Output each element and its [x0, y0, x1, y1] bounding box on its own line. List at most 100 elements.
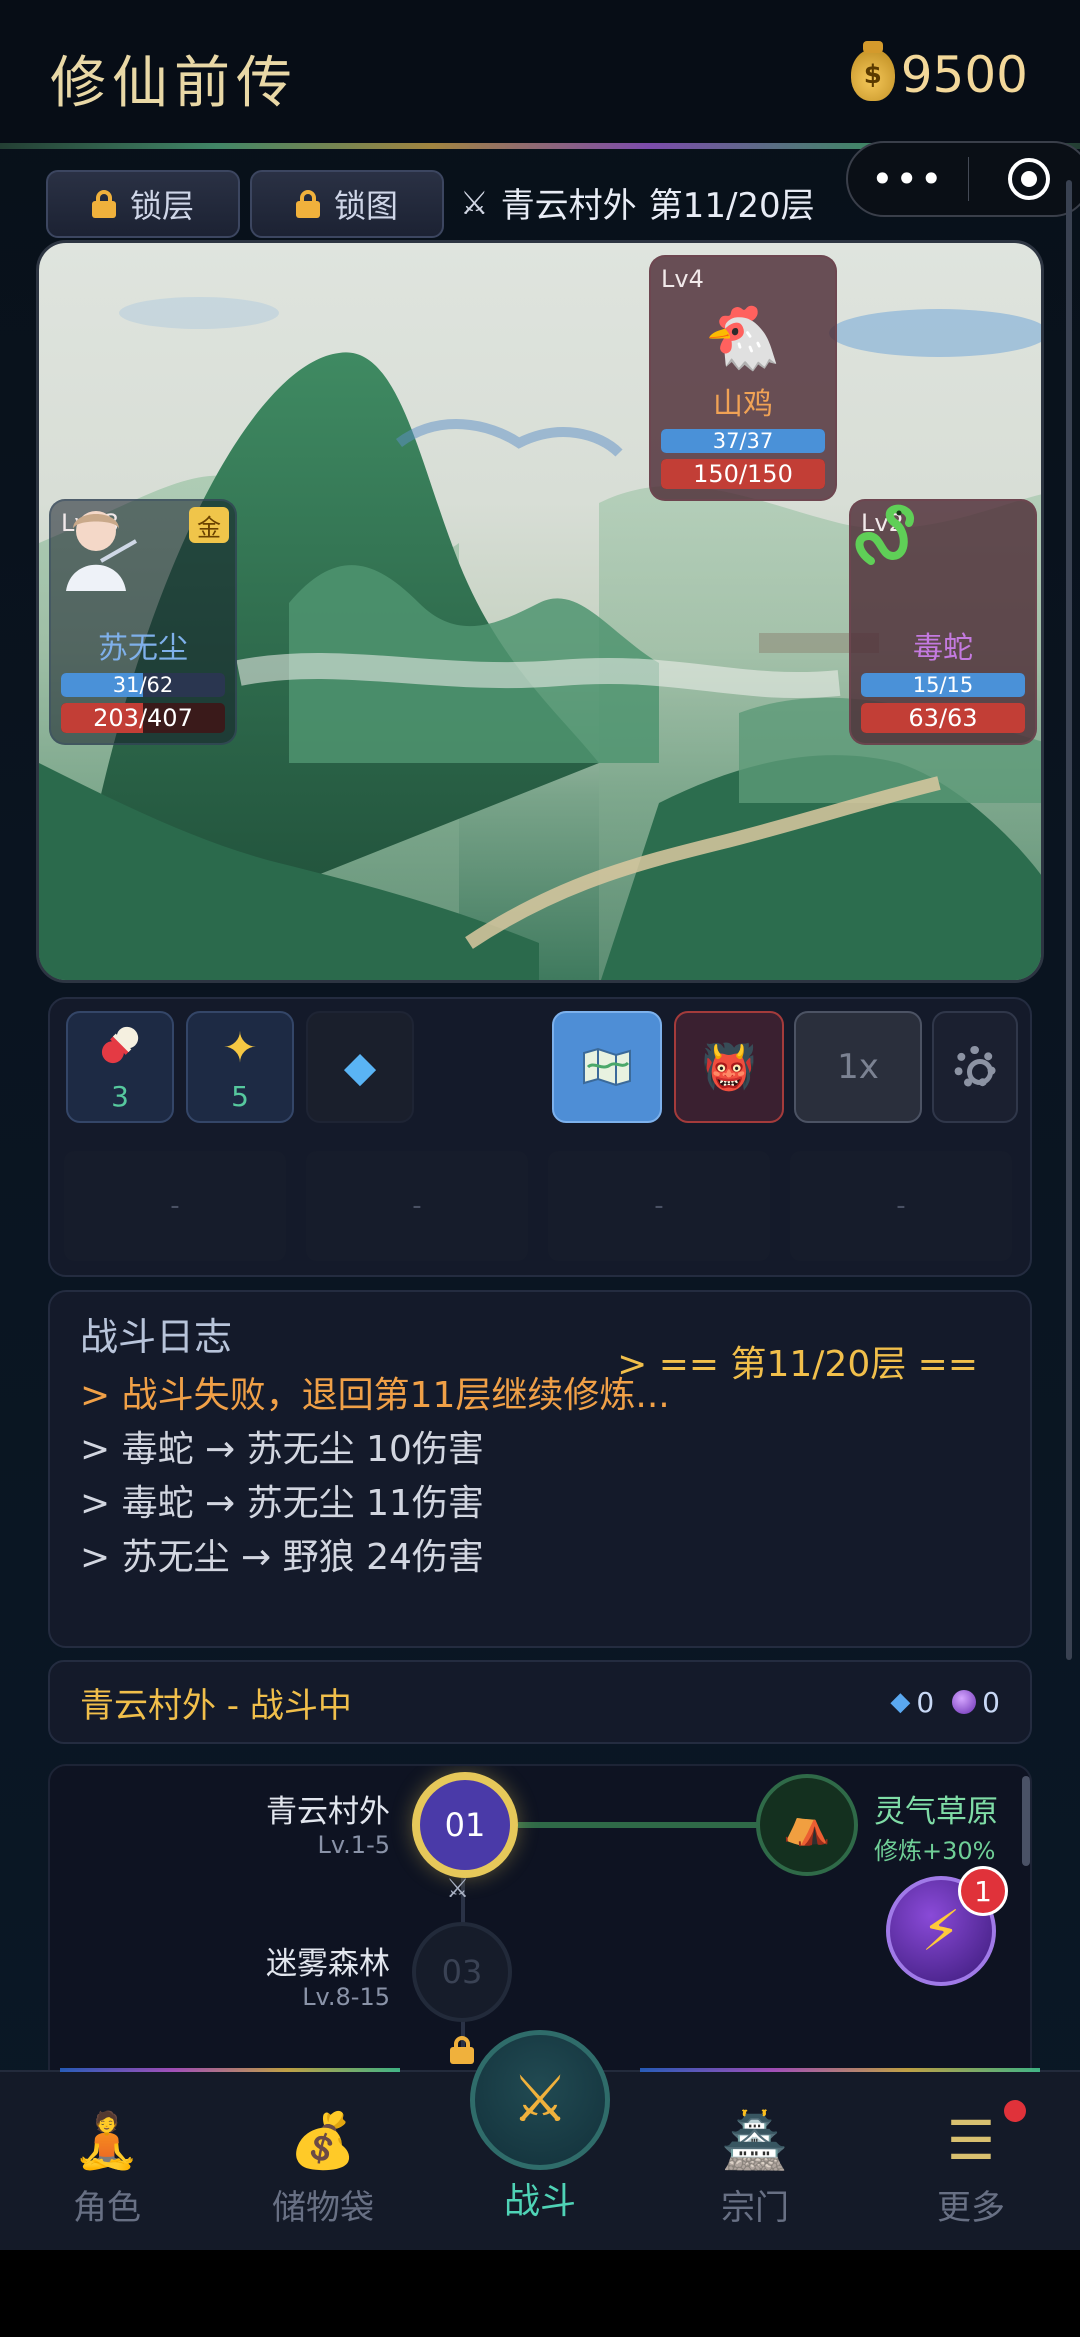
control-panel: 3 ✦ 5 ◆ 👹 1x - - - - — [48, 997, 1032, 1277]
tent-icon: ⛺ — [783, 1802, 831, 1847]
location-name: 青云村外 — [500, 186, 637, 226]
diamond-counter: ◆ 0 — [890, 1686, 934, 1719]
log-line: > 毒蛇 → 苏无尘 11伤害 — [80, 1483, 484, 1524]
hero-card[interactable]: Lv13 金 苏无尘 31/62 203/407 — [49, 499, 237, 745]
miniprogram-capsule: ••• — [846, 141, 1080, 217]
app-screen: 修仙前传 $ 9500 锁层 锁图 ⚔ 青云村外 第11/20层 ••• 金 苏… — [0, 0, 1080, 2250]
lightning-icon: ⚡ — [921, 1898, 961, 1964]
spirit-orb-icon — [952, 1690, 977, 1714]
enemy-card-snake[interactable]: Lv2 毒蛇 15/15 63/63 — [849, 499, 1037, 745]
map-node-range: Lv.8-15 — [302, 1983, 390, 2011]
gold-rank-badge: 金 — [189, 507, 229, 543]
chicken-icon: 🐔 — [704, 301, 782, 374]
enemy-level: Lv4 — [661, 265, 704, 293]
nav-label: 更多 — [937, 2188, 1005, 2228]
crossed-swords-icon: ⚔ — [511, 2063, 569, 2137]
map-node-label: 迷雾森林 Lv.8-15 — [170, 1938, 390, 2011]
enemy-name: 山鸡 — [713, 387, 773, 422]
map-node-range: Lv.1-5 — [317, 1831, 390, 1859]
hero-name: 苏无尘 — [98, 631, 188, 666]
nav-item-storage[interactable]: 💰 储物袋 — [248, 2106, 398, 2229]
side-node-label: 灵气草原 修炼+30% — [874, 1786, 1030, 1866]
game-title: 修仙前传 — [50, 51, 298, 116]
map-node-current[interactable]: 01 — [412, 1772, 518, 1878]
close-miniprogram-button[interactable] — [969, 158, 1080, 200]
map-node-locked[interactable]: 03 — [412, 1922, 512, 2022]
side-node-name: 灵气草原 — [874, 1794, 998, 1830]
lock-map-button[interactable]: 锁图 — [250, 170, 444, 238]
settings-button[interactable] — [932, 1011, 1018, 1123]
diamond-icon: ◆ — [343, 1042, 377, 1091]
boss-challenge-button[interactable]: 👹 — [674, 1011, 784, 1123]
pill-icon — [97, 1022, 143, 1074]
map-scrollbar[interactable] — [1022, 1776, 1030, 1866]
equipment-slot[interactable]: - — [548, 1151, 770, 1261]
hero-hp-bar: 203/407 — [61, 703, 225, 733]
header: 修仙前传 $ 9500 — [0, 0, 1080, 145]
money-bag-icon: $ — [850, 41, 895, 101]
speed-toggle-button[interactable]: 1x — [794, 1011, 922, 1123]
sparkle-icon: ✦ — [222, 1022, 258, 1072]
sparkle-item-button[interactable]: ✦ 5 — [186, 1011, 294, 1123]
gold-value: 9500 — [900, 46, 1028, 104]
snake-icon — [855, 504, 1025, 627]
enemy-card-chicken[interactable]: Lv4 🐔 山鸡 37/37 150/150 — [649, 255, 837, 501]
grassland-node[interactable]: ⛺ — [756, 1774, 858, 1876]
notification-dot — [1004, 2100, 1026, 2122]
orb-count: 0 — [982, 1685, 1000, 1719]
gear-icon — [954, 1046, 996, 1088]
lock-floor-label: 锁层 — [129, 187, 194, 225]
notification-badge: 1 — [958, 1866, 1008, 1916]
temple-icon: 🏯 — [721, 2109, 789, 2172]
nav-label: 角色 — [73, 2188, 141, 2228]
enemy-hp-bar: 150/150 — [661, 459, 825, 489]
battle-status-bar: 青云村外 - 战斗中 ◆ 0 0 — [48, 1660, 1032, 1744]
nav-item-more[interactable]: ☰ 更多 — [896, 2106, 1046, 2229]
gold-display: $ 9500 — [850, 41, 1028, 104]
enemy-hp-bar: 63/63 — [861, 703, 1025, 733]
lock-icon — [295, 190, 320, 218]
equipment-slot[interactable]: - — [790, 1151, 1012, 1261]
lock-icon — [450, 2036, 474, 2064]
world-map-button[interactable] — [552, 1011, 662, 1123]
diamond-item-button[interactable]: ◆ — [306, 1011, 414, 1123]
battle-log[interactable]: 战斗日志 > == 第11/20层 == > 战斗失败，退回第11层继续修炼..… — [48, 1290, 1032, 1648]
nav-glow-right — [640, 2068, 1040, 2072]
map-path — [518, 1822, 758, 1828]
floor-indicator: 第11/20层 — [648, 186, 815, 226]
nav-glow-left — [60, 2068, 400, 2072]
nav-label-active: 战斗 — [503, 2181, 576, 2222]
page-scrollbar[interactable] — [1066, 180, 1072, 1660]
log-line: > == 第11/20层 == — [617, 1344, 978, 1385]
battle-scene: Lv13 金 苏无尘 31/62 203/407 Lv4 🐔 山鸡 37/37 … — [36, 240, 1044, 983]
map-node-name: 青云村外 — [266, 1794, 390, 1830]
enemy-mp-bar: 15/15 — [861, 673, 1025, 697]
meditation-icon: 🧘 — [73, 2109, 141, 2172]
nav-label: 储物袋 — [272, 2188, 374, 2228]
map-node-name: 迷雾森林 — [266, 1946, 390, 1982]
lock-icon — [91, 190, 116, 218]
log-line: > 苏无尘 → 野狼 24伤害 — [80, 1537, 484, 1578]
more-options-button[interactable]: ••• — [848, 157, 968, 201]
pill-count: 3 — [111, 1079, 129, 1113]
equipment-slot[interactable]: - — [64, 1151, 286, 1261]
demon-mask-icon: 👹 — [701, 1042, 757, 1093]
crossed-swords-icon: ⚔ — [460, 183, 489, 222]
diamond-icon: ◆ — [890, 1687, 911, 1717]
target-icon — [1008, 158, 1051, 200]
stage-info: ⚔ 青云村外 第11/20层 — [460, 178, 815, 227]
bag-icon: 💰 — [289, 2109, 357, 2172]
nav-item-character[interactable]: 🧘 角色 — [32, 2106, 182, 2229]
lock-map-label: 锁图 — [333, 187, 398, 225]
lock-floor-button[interactable]: 锁层 — [46, 170, 240, 238]
nav-item-sect[interactable]: 🏯 宗门 — [680, 2106, 830, 2229]
hero-portrait — [61, 511, 225, 627]
nav-item-battle[interactable]: ⚔ — [470, 2030, 610, 2170]
nav-label: 宗门 — [721, 2188, 789, 2228]
log-line: > 毒蛇 → 苏无尘 10伤害 — [80, 1429, 484, 1470]
sparkle-count: 5 — [231, 1079, 249, 1113]
equipment-slot[interactable]: - — [306, 1151, 528, 1261]
cultivator-avatar-icon — [66, 511, 137, 591]
enemy-name: 毒蛇 — [913, 631, 973, 666]
pill-item-button[interactable]: 3 — [66, 1011, 174, 1123]
